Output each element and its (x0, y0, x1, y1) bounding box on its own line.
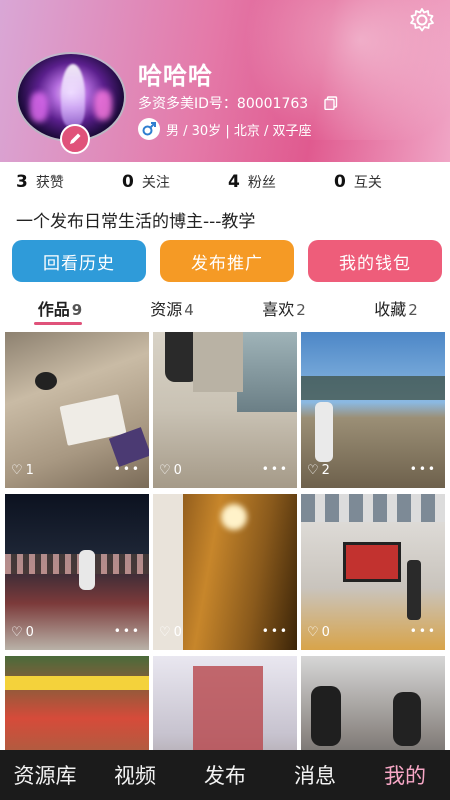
post-likes[interactable]: ♡ 0 (159, 625, 182, 640)
stats-bar: 3 获赞 0 关注 4 粉丝 0 互关 (0, 172, 450, 198)
stat-label: 互关 (353, 175, 382, 191)
post-thumbnail[interactable]: ♡ 2 ••• (301, 332, 445, 488)
post-likes[interactable]: ♡ 0 (307, 625, 330, 640)
more-options-icon[interactable]: ••• (114, 462, 141, 476)
post-likes[interactable]: ♡ 0 (11, 625, 34, 640)
heart-icon: ♡ (307, 625, 319, 640)
stat-number: 3 (16, 172, 28, 192)
tab-label: 收藏 (374, 300, 407, 319)
post-likes[interactable]: ♡ 1 (11, 463, 34, 478)
user-info-text: 男 / 30岁 | 北京 / 双子座 (166, 123, 312, 139)
like-count: 0 (173, 625, 182, 640)
nav-me[interactable]: 我的 (360, 760, 450, 790)
tab-resources[interactable]: 资源 4 (112, 296, 224, 328)
tab-label: 作品 (37, 300, 70, 319)
tab-label: 喜欢 (262, 300, 295, 319)
stat-number: 0 (122, 172, 134, 192)
more-options-icon[interactable]: ••• (114, 624, 141, 638)
like-count: 2 (321, 463, 330, 478)
post-likes[interactable]: ♡ 0 (159, 463, 182, 478)
nav-messages[interactable]: 消息 (270, 760, 360, 790)
user-id-row: 多资多美ID号：80001763 (138, 93, 338, 113)
stat-label: 关注 (141, 175, 170, 191)
settings-gear-icon[interactable] (408, 6, 436, 34)
post-thumbnail[interactable] (5, 656, 149, 750)
post-thumbnail[interactable]: ♡ 0 ••• (5, 494, 149, 650)
heart-icon: ♡ (307, 463, 319, 478)
user-id-value: 80001763 (236, 96, 309, 112)
tab-favorites[interactable]: 收藏 2 (336, 296, 448, 328)
like-count: 0 (321, 625, 330, 640)
like-count: 0 (173, 463, 182, 478)
stat-label: 粉丝 (247, 175, 276, 191)
heart-icon: ♡ (11, 625, 23, 640)
tab-count: 4 (184, 301, 194, 319)
post-thumbnail[interactable]: ♡ 1 ••• (5, 332, 149, 488)
post-thumbnail[interactable]: ♡ 0 ••• (153, 332, 297, 488)
stat-mutual[interactable]: 0 互关 (334, 172, 440, 198)
tab-count: 2 (296, 301, 306, 319)
user-id-label: 多资多美ID号： (138, 96, 237, 112)
stat-followers[interactable]: 4 粉丝 (228, 172, 334, 198)
copy-icon[interactable] (324, 96, 338, 111)
promote-button[interactable]: 发布推广 (160, 240, 294, 282)
stat-label: 获赞 (35, 175, 64, 191)
avatar[interactable] (16, 52, 126, 154)
tab-label: 资源 (150, 300, 183, 319)
history-button[interactable]: 回看历史 (12, 240, 146, 282)
tab-works[interactable]: 作品 9 (0, 296, 112, 328)
post-thumbnail[interactable]: ♡ 0 ••• (301, 494, 445, 650)
bottom-navigation: 资源库 视频 发布 消息 我的 (0, 750, 450, 800)
like-count: 0 (25, 625, 34, 640)
post-thumbnail[interactable]: ♡ 0 ••• (153, 494, 297, 650)
heart-icon: ♡ (11, 463, 23, 478)
tab-liked[interactable]: 喜欢 2 (224, 296, 336, 328)
nav-resource-library[interactable]: 资源库 (0, 760, 90, 790)
stat-number: 0 (334, 172, 346, 192)
post-thumbnail[interactable] (301, 656, 445, 750)
user-info-row: 男 / 30岁 | 北京 / 双子座 (138, 118, 311, 140)
post-likes[interactable]: ♡ 2 (307, 463, 330, 478)
like-count: 1 (25, 463, 34, 478)
post-thumbnail[interactable] (153, 656, 297, 750)
tab-count: 2 (408, 301, 418, 319)
nav-video[interactable]: 视频 (90, 760, 180, 790)
stat-number: 4 (228, 172, 240, 192)
posts-grid: ♡ 1 ••• ♡ 0 ••• ♡ 2 ••• ♡ 0 ••• ♡ 0 ••• ♡ 0 ••… (5, 332, 447, 750)
edit-pencil-icon[interactable] (60, 124, 90, 154)
heart-icon: ♡ (159, 625, 171, 640)
male-gender-icon (138, 118, 160, 140)
heart-icon: ♡ (159, 463, 171, 478)
action-buttons: 回看历史 发布推广 我的钱包 (12, 240, 442, 282)
more-options-icon[interactable]: ••• (262, 624, 289, 638)
profile-header: 哈哈哈 多资多美ID号：80001763 男 / 30岁 | 北京 / 双子座 (0, 0, 450, 162)
tab-count: 9 (71, 301, 83, 319)
stat-likes[interactable]: 3 获赞 (16, 172, 122, 198)
more-options-icon[interactable]: ••• (410, 462, 437, 476)
username: 哈哈哈 (138, 62, 213, 90)
stat-following[interactable]: 0 关注 (122, 172, 228, 198)
nav-publish[interactable]: 发布 (180, 760, 270, 790)
wallet-button[interactable]: 我的钱包 (308, 240, 442, 282)
more-options-icon[interactable]: ••• (410, 624, 437, 638)
more-options-icon[interactable]: ••• (262, 462, 289, 476)
content-tabs: 作品 9 资源 4 喜欢 2 收藏 2 (0, 296, 450, 328)
user-bio: 一个发布日常生活的博主---教学 (16, 212, 256, 232)
